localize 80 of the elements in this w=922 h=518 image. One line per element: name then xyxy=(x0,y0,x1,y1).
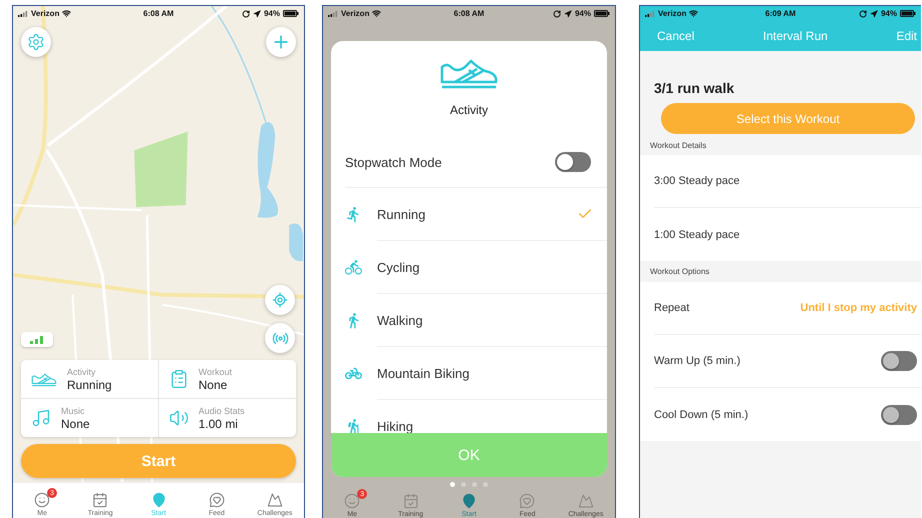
battery-level: 94% xyxy=(880,9,897,18)
crosshair-icon xyxy=(272,292,288,308)
cell-value: Running xyxy=(67,378,112,392)
battery-icon xyxy=(594,10,610,17)
summary-cell[interactable]: Workout None xyxy=(158,360,296,399)
status-time: 6:09 AM xyxy=(765,9,796,18)
activity-option[interactable]: Mountain Biking xyxy=(331,347,607,400)
carrier-name: Verizon xyxy=(658,9,686,18)
page-dot[interactable] xyxy=(472,482,477,486)
wifi-icon xyxy=(689,9,698,18)
activity-option[interactable]: Running xyxy=(331,188,607,241)
activity-name: Walking xyxy=(377,312,423,328)
battery-level: 94% xyxy=(264,9,280,18)
mountain-icon xyxy=(578,493,594,509)
battery-icon xyxy=(900,10,916,17)
cell-value: None xyxy=(198,378,228,392)
battery-icon xyxy=(283,10,299,17)
interval-step: 3:00 Steady pace xyxy=(654,175,740,187)
activity-option[interactable]: Cycling xyxy=(331,241,607,294)
interval-step: 1:00 Steady pace xyxy=(654,228,740,240)
clipboard-icon xyxy=(168,369,188,389)
page-dot[interactable] xyxy=(461,482,466,486)
toggle-switch[interactable] xyxy=(555,152,591,172)
location-icon xyxy=(252,10,261,18)
signal-icon xyxy=(328,10,338,16)
settings-icon xyxy=(27,33,45,51)
cell-label: Activity xyxy=(67,366,97,376)
calendar-check-icon xyxy=(402,493,419,509)
signal-bars-icon xyxy=(30,336,44,344)
shoe-icon xyxy=(31,372,57,386)
activity-name: Running xyxy=(377,206,426,222)
smiley-icon xyxy=(34,492,50,508)
wifi-icon xyxy=(62,9,72,18)
shoe-icon xyxy=(439,57,499,89)
activity-name: Hiking xyxy=(377,418,414,433)
wifi-icon xyxy=(372,9,382,18)
calendar-check-icon xyxy=(92,492,108,508)
summary-cell[interactable]: Music None xyxy=(21,399,158,437)
option-label: Cool Down (5 min.) xyxy=(654,408,748,420)
cell-label: Workout xyxy=(198,366,232,376)
summary-cell[interactable]: Audio Stats 1.00 mi xyxy=(158,399,296,437)
workout-name: 3/1 run walk xyxy=(654,80,736,96)
cell-label: Music xyxy=(61,406,86,416)
toggle-switch[interactable] xyxy=(881,351,917,371)
chat-heart-icon xyxy=(208,492,225,508)
screen-title: Interval Run xyxy=(762,29,828,43)
page-dot[interactable] xyxy=(483,482,488,486)
location-icon xyxy=(870,10,878,18)
cell-value: None xyxy=(61,416,90,430)
cyclist-icon xyxy=(345,259,362,276)
carrier-name: Verizon xyxy=(31,9,60,18)
signal-icon xyxy=(645,10,655,16)
chat-heart-icon xyxy=(519,493,536,509)
section-header: Workout Details xyxy=(649,140,708,152)
dialog-title: Activity xyxy=(450,103,488,117)
page-dot[interactable] xyxy=(450,482,455,486)
section-header: Workout Options xyxy=(649,266,710,278)
option-label: Warm Up (5 min.) xyxy=(654,355,740,367)
cyclist-icon xyxy=(345,365,362,382)
speaker-icon xyxy=(168,408,188,428)
activity-name: Cycling xyxy=(377,260,420,274)
location-icon xyxy=(564,10,572,18)
music-note-icon xyxy=(31,408,51,428)
cell-label: Audio Stats xyxy=(198,406,245,416)
map-pin-icon xyxy=(150,492,166,508)
toggle-switch[interactable] xyxy=(881,404,917,424)
summary-cell[interactable]: Activity Running xyxy=(21,360,158,399)
activity-option[interactable]: Walking xyxy=(331,294,607,347)
cell-value: 1.00 mi xyxy=(198,416,239,430)
mountain-icon xyxy=(266,492,283,508)
smiley-icon xyxy=(344,493,360,509)
option-label: Repeat xyxy=(654,302,690,314)
activity-name: Mountain Biking xyxy=(377,366,470,380)
carrier-name: Verizon xyxy=(341,9,370,18)
status-time: 6:08 AM xyxy=(143,9,174,18)
battery-level: 94% xyxy=(574,9,591,18)
signal-icon xyxy=(18,10,28,16)
status-time: 6:08 AM xyxy=(454,9,484,18)
stopwatch-label: Stopwatch Mode xyxy=(345,154,442,170)
map-pin-icon xyxy=(461,493,478,509)
